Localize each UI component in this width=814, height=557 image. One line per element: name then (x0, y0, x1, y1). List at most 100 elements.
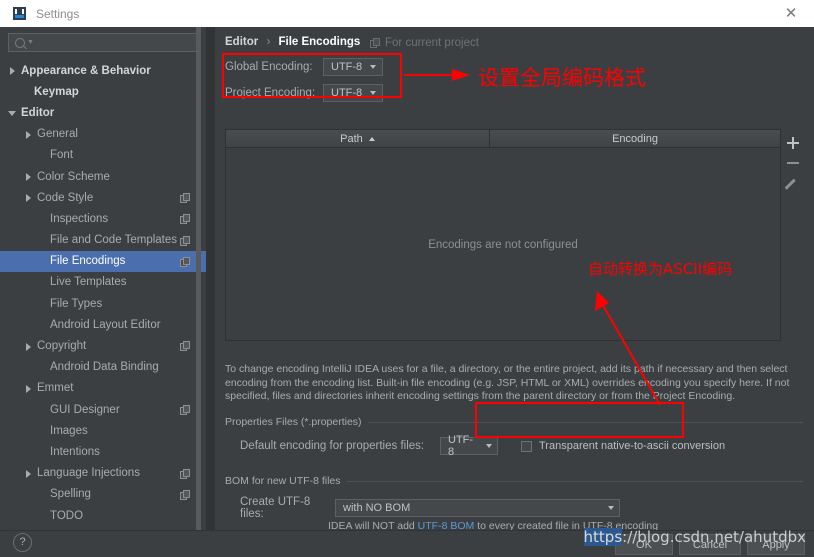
annotation-text-ascii: 自动转换为ASCII编码 (588, 260, 733, 278)
sidebar-item-label: Live Templates (50, 276, 127, 289)
edit-icon[interactable] (784, 173, 802, 193)
search-icon (15, 37, 25, 48)
column-header-encoding[interactable]: Encoding (490, 130, 780, 147)
table-empty-message: Encodings are not configured (428, 238, 578, 251)
create-utf8-files-row: Create UTF-8 files: with NO BOM (240, 496, 620, 520)
sidebar-item-gui-designer[interactable]: GUI Designer (0, 399, 206, 420)
sidebar-item-label: Language Injections (37, 467, 140, 480)
for-current-project-label: For current project (370, 37, 479, 49)
table-header: Path Encoding (226, 130, 780, 148)
sidebar-item-language-injections[interactable]: Language Injections (0, 463, 206, 484)
chevron-right-icon[interactable] (24, 342, 33, 351)
sidebar-item-font[interactable]: Font (0, 145, 206, 166)
search-input[interactable]: ▼ (8, 33, 198, 52)
sidebar-item-editor[interactable]: Editor (0, 102, 206, 123)
sidebar-item-label: Inspections (50, 212, 109, 225)
sidebar-item-live-templates[interactable]: Live Templates (0, 272, 206, 293)
breadcrumb-parent[interactable]: Editor (225, 36, 258, 48)
sidebar-item-label: Keymap (34, 85, 79, 98)
sidebar-item-label: Color Scheme (37, 170, 110, 183)
sidebar-item-spelling[interactable]: Spelling (0, 484, 206, 505)
intellij-idea-icon (12, 6, 28, 22)
sidebar-item-label: Emmet (37, 382, 74, 395)
help-button[interactable]: ? (13, 533, 32, 552)
sidebar-item-label: Images (50, 424, 88, 437)
sidebar-item-intentions[interactable]: Intentions (0, 441, 206, 462)
sidebar-item-label: Spelling (50, 488, 91, 501)
scope-icon (180, 193, 190, 204)
breadcrumb-current: File Encodings (278, 36, 361, 48)
chevron-right-icon[interactable] (8, 66, 17, 76)
sidebar-item-label: File and Code Templates (50, 234, 177, 247)
chevron-down-icon (486, 444, 492, 448)
sidebar-item-copyright[interactable]: Copyright (0, 335, 206, 356)
scope-icon (180, 235, 190, 246)
chevron-right-icon[interactable] (24, 193, 33, 203)
chevron-down-icon[interactable] (8, 108, 17, 117)
close-icon[interactable]: ✕ (782, 4, 800, 22)
for-current-project-text: For current project (385, 37, 479, 49)
sidebar-item-label: Appearance & Behavior (21, 64, 151, 77)
sidebar-item-android-data-binding[interactable]: Android Data Binding (0, 357, 206, 378)
sidebar-item-appearance-behavior[interactable]: Appearance & Behavior (0, 60, 206, 81)
sidebar-item-emmet[interactable]: Emmet (0, 378, 206, 399)
default-properties-encoding-row: Default encoding for properties files: U… (240, 434, 725, 458)
sidebar-item-images[interactable]: Images (0, 420, 206, 441)
column-header-path[interactable]: Path (226, 130, 490, 147)
watermark-prefix: https (583, 528, 623, 546)
scope-icon (370, 38, 380, 48)
properties-files-group-title: Properties Files (*.properties) (225, 416, 362, 428)
sidebar-item-file-types[interactable]: File Types (0, 293, 206, 314)
sidebar-item-keymap[interactable]: Keymap (0, 81, 206, 102)
encodings-description: To change encoding IntelliJ IDEA uses fo… (225, 363, 790, 403)
create-utf8-files-value: with NO BOM (343, 502, 411, 514)
scope-icon (180, 214, 190, 225)
watermark: https://blog.csdn.net/ahutdbx (583, 528, 806, 546)
sidebar-item-todo[interactable]: TODO (0, 505, 206, 526)
column-header-encoding-label: Encoding (612, 132, 658, 145)
default-properties-encoding-select[interactable]: UTF-8 (440, 434, 498, 458)
sidebar-item-label: GUI Designer (50, 403, 120, 416)
sidebar-divider[interactable] (206, 27, 215, 530)
breadcrumb-separator: › (266, 36, 271, 48)
table-body: Encodings are not configured (226, 148, 780, 341)
chevron-down-icon: ▼ (27, 39, 34, 46)
annotation-text-encoding: 设置全局编码格式 (478, 66, 646, 90)
sidebar-item-general[interactable]: General (0, 124, 206, 145)
create-utf8-files-select[interactable]: with NO BOM (335, 499, 620, 517)
sort-ascending-icon (368, 136, 375, 141)
sidebar-item-label: Intentions (50, 445, 100, 458)
sidebar-scrollbar[interactable] (196, 27, 201, 530)
chevron-right-icon[interactable] (24, 469, 33, 478)
scope-icon (180, 405, 190, 415)
default-properties-encoding-label: Default encoding for properties files: (240, 440, 425, 452)
sidebar-item-file-encodings[interactable]: File Encodings (0, 250, 206, 272)
sidebar-item-inspections[interactable]: Inspections (0, 208, 206, 229)
transparent-native-to-ascii-checkbox[interactable]: Transparent native-to-ascii conversion (521, 440, 725, 452)
sidebar-item-label: TODO (50, 509, 84, 522)
bom-group-header: BOM for new UTF-8 files (225, 475, 803, 487)
column-header-path-label: Path (340, 132, 363, 145)
table-toolbar (782, 129, 804, 345)
chevron-right-icon[interactable] (24, 384, 33, 393)
sidebar-item-code-style[interactable]: Code Style (0, 187, 206, 208)
sidebar-item-label: Editor (21, 106, 55, 119)
remove-icon[interactable] (784, 153, 802, 173)
scope-icon (180, 468, 190, 479)
add-icon[interactable] (784, 133, 802, 153)
sidebar-item-color-scheme[interactable]: Color Scheme (0, 166, 206, 187)
sidebar-item-file-and-code-templates[interactable]: File and Code Templates (0, 230, 206, 251)
sidebar-item-label: File Encodings (50, 255, 126, 268)
encodings-table[interactable]: Path Encoding Encodings are not configur… (225, 129, 781, 341)
sidebar-item-label: File Types (50, 297, 103, 310)
chevron-right-icon[interactable] (24, 130, 33, 139)
chevron-right-icon[interactable] (24, 172, 33, 182)
sidebar-item-android-layout-editor[interactable]: Android Layout Editor (0, 314, 206, 335)
